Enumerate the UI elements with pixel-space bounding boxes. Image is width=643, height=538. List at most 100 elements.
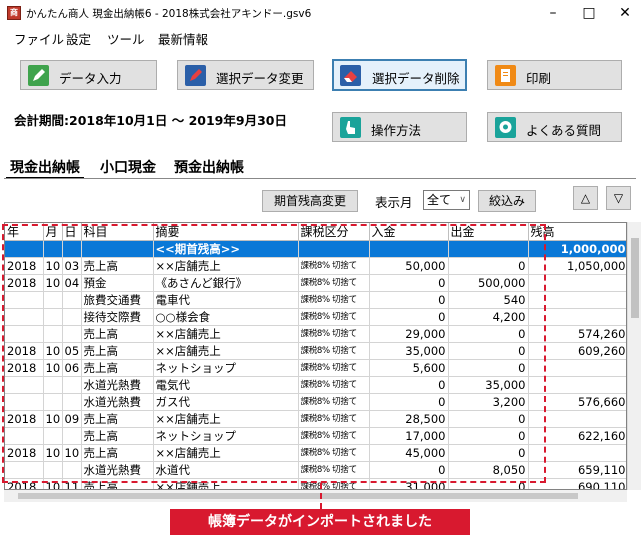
chevron-down-icon: ∨ (459, 195, 466, 205)
edit-selected-button[interactable]: 選択データ変更 (177, 60, 314, 90)
column-header[interactable]: 摘要 (153, 223, 299, 241)
column-header[interactable]: 入金 (369, 223, 449, 241)
table-cell: 609,260 (528, 342, 626, 360)
table-cell: 課税8% 切捨て (298, 393, 370, 411)
print-label: 印刷 (526, 71, 552, 86)
close-button[interactable]: ✕ (607, 0, 643, 26)
table-cell: 課税8% 切捨て (298, 308, 370, 326)
table-cell: 2018 (5, 444, 44, 462)
table-row[interactable]: 売上高 ××店舗売上 課税8% 切捨て 29,000 0 574,260 (5, 325, 626, 343)
table-cell: 659,110 (528, 461, 626, 479)
table-cell (43, 427, 63, 445)
table-row[interactable]: 2018 10 11 売上高 ××店舗売上 課税8% 切捨て 31,000 0 690,110 (5, 478, 626, 489)
table-cell (298, 240, 370, 258)
table-row[interactable]: 旅費交通費 電車代 課税8% 切捨て 0 540 (5, 291, 626, 309)
table-cell (528, 359, 626, 377)
column-header[interactable]: 年 (5, 223, 44, 241)
table-row[interactable]: <<期首残高>> 1,000,000 (5, 240, 626, 258)
table-cell: 課税8% 切捨て (298, 444, 370, 462)
grid-header: 年月日科目 摘要 課税区分 入金 出金 残高 (5, 223, 626, 241)
table-cell: 電気代 (153, 376, 299, 394)
table-cell: 《あさんど銀行》 (153, 274, 299, 292)
table-cell (43, 461, 63, 479)
tab-divider (4, 178, 636, 179)
table-cell: 540 (448, 291, 529, 309)
cash-book-grid[interactable]: 年月日科目 摘要 課税区分 入金 出金 残高 <<期首残高>> 1,000,000 2018 1… (4, 222, 627, 490)
table-cell (528, 410, 626, 428)
horizontal-scrollbar[interactable] (4, 490, 627, 502)
table-cell: 売上高 (81, 342, 154, 360)
vertical-scrollbar[interactable] (627, 222, 641, 490)
column-header[interactable]: 月 (43, 223, 63, 241)
table-row[interactable]: 2018 10 06 売上高 ネットショップ 課税8% 切捨て 5,600 0 (5, 359, 626, 377)
column-header[interactable]: 科目 (81, 223, 154, 241)
table-cell: 10 (43, 359, 63, 377)
table-cell: 10 (43, 342, 63, 360)
horizontal-scroll-thumb[interactable] (18, 493, 578, 499)
tab-petty-cash[interactable]: 小口現金 (96, 155, 160, 179)
maximize-button[interactable]: □ (571, 0, 607, 26)
opening-balance-button[interactable]: 期首残高変更 (262, 190, 358, 212)
table-row[interactable]: 接待交際費 ○○様会食 課税8% 切捨て 0 4,200 (5, 308, 626, 326)
pencil-icon (28, 65, 49, 86)
table-row[interactable]: 2018 10 05 売上高 ××店舗売上 課税8% 切捨て 35,000 0 609,260 (5, 342, 626, 360)
table-row[interactable]: 2018 10 10 売上高 ××店舗売上 課税8% 切捨て 45,000 0 (5, 444, 626, 462)
table-cell: 28,500 (369, 410, 449, 428)
table-cell: 17,000 (369, 427, 449, 445)
edit-selected-label: 選択データ変更 (216, 71, 304, 86)
table-cell: 0 (448, 325, 529, 343)
menu-news[interactable]: 最新情報 (158, 29, 208, 48)
table-row[interactable]: 水道光熱費 ガス代 課税8% 切捨て 0 3,200 576,660 (5, 393, 626, 411)
move-up-button[interactable]: △ (573, 186, 598, 210)
month-select[interactable]: 全て ∨ (423, 190, 470, 210)
table-cell (43, 291, 63, 309)
menu-settings[interactable]: 設定 (66, 29, 91, 48)
grid-body: <<期首残高>> 1,000,000 2018 10 03 売上高 ××店舗売上 課税8% 切… (5, 240, 626, 489)
move-down-button[interactable]: ▽ (606, 186, 631, 210)
table-row[interactable]: 2018 10 03 売上高 ××店舗売上 課税8% 切捨て 50,000 0 1,050,00… (5, 257, 626, 275)
month-value: 全て (427, 193, 452, 207)
table-cell (43, 376, 63, 394)
table-row[interactable]: 2018 10 04 預金 《あさんど銀行》 課税8% 切捨て 0 500,000 (5, 274, 626, 292)
menu-tools[interactable]: ツール (107, 29, 145, 48)
table-cell: 500,000 (448, 274, 529, 292)
accounting-period: 会計期間:2018年10月1日 〜 2019年9月30日 (14, 113, 287, 128)
table-cell: 622,160 (528, 427, 626, 445)
minimize-button[interactable]: – (535, 0, 571, 26)
table-row[interactable]: 水道光熱費 水道代 課税8% 切捨て 0 8,050 659,110 (5, 461, 626, 479)
print-button[interactable]: 印刷 (487, 60, 622, 90)
hand-pointer-icon (340, 117, 361, 138)
delete-selected-button[interactable]: 選択データ削除 (332, 59, 467, 91)
table-cell (448, 240, 529, 258)
faq-button[interactable]: よくある質問 (487, 112, 622, 142)
menu-file[interactable]: ファイル (14, 29, 64, 48)
table-cell: 0 (448, 410, 529, 428)
column-header[interactable]: 課税区分 (298, 223, 370, 241)
table-cell (528, 291, 626, 309)
table-cell: 576,660 (528, 393, 626, 411)
table-cell: 旅費交通費 (81, 291, 154, 309)
tab-bank-book[interactable]: 預金出納帳 (170, 155, 248, 179)
table-cell (528, 274, 626, 292)
table-row[interactable]: 売上高 ネットショップ 課税8% 切捨て 17,000 0 622,160 (5, 427, 626, 445)
table-cell: 接待交際費 (81, 308, 154, 326)
table-cell: 課税8% 切捨て (298, 325, 370, 343)
column-header[interactable]: 残高 (528, 223, 626, 241)
table-cell: 2018 (5, 257, 44, 275)
data-entry-button[interactable]: データ入力 (20, 60, 157, 90)
column-header[interactable]: 日 (62, 223, 82, 241)
table-cell: 預金 (81, 274, 154, 292)
how-to-button[interactable]: 操作方法 (332, 112, 467, 142)
table-cell: 0 (448, 257, 529, 275)
app-icon: 商 (7, 6, 21, 20)
tab-cash-book[interactable]: 現金出納帳 (6, 155, 84, 179)
table-cell: 0 (369, 461, 449, 479)
vertical-scroll-thumb[interactable] (631, 238, 639, 318)
table-row[interactable]: 水道光熱費 電気代 課税8% 切捨て 0 35,000 (5, 376, 626, 394)
filter-button[interactable]: 絞込み (478, 190, 536, 212)
table-cell (81, 240, 154, 258)
table-row[interactable]: 2018 10 09 売上高 ××店舗売上 課税8% 切捨て 28,500 0 (5, 410, 626, 428)
table-cell: ××店舗売上 (153, 325, 299, 343)
display-month-label: 表示月 (375, 195, 413, 210)
column-header[interactable]: 出金 (448, 223, 529, 241)
